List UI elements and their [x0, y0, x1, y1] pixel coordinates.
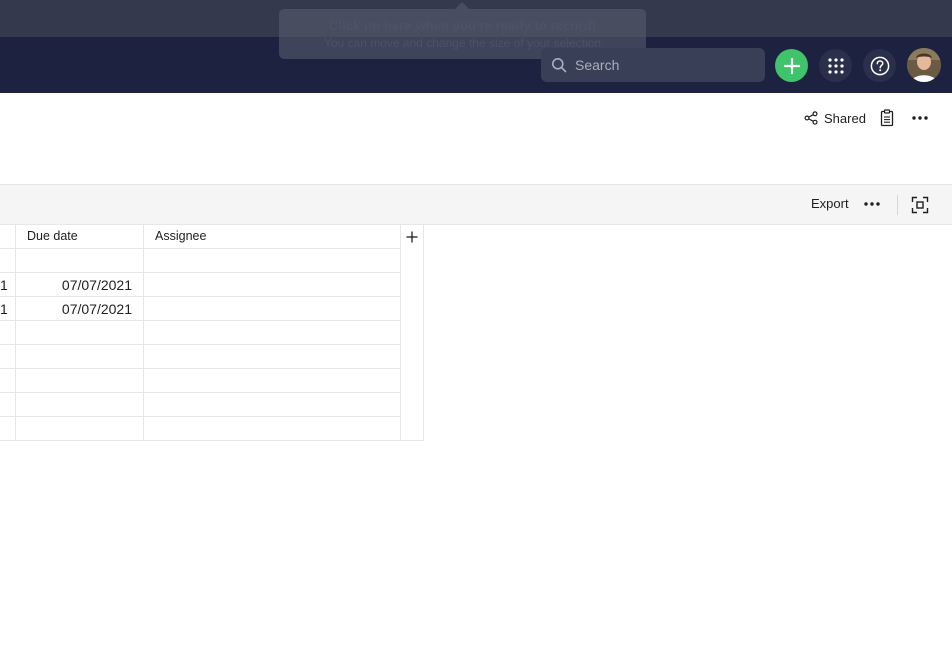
share-icon	[804, 111, 818, 125]
table-row[interactable]	[0, 345, 400, 369]
row-edge-cell: 1	[0, 301, 8, 317]
table-row[interactable]	[0, 321, 400, 345]
table-row[interactable]	[0, 393, 400, 417]
project-more-button[interactable]	[910, 110, 930, 126]
search-icon	[552, 58, 567, 73]
row-edge-cell: 1	[0, 277, 8, 293]
due-date-cell[interactable]: 07/07/2021	[16, 277, 132, 293]
help-icon	[870, 56, 889, 75]
recorder-tooltip-title: Click up here when you're ready to recor…	[328, 18, 597, 33]
apps-button[interactable]	[819, 49, 852, 82]
avatar[interactable]	[907, 48, 941, 82]
add-column-button[interactable]	[400, 225, 424, 249]
quick-add-button[interactable]	[775, 49, 808, 82]
due-date-cell[interactable]: 07/07/2021	[16, 301, 132, 317]
project-brief-button[interactable]	[879, 109, 895, 127]
clipboard-icon	[880, 109, 894, 127]
help-button[interactable]	[863, 49, 896, 82]
table-row[interactable]	[0, 369, 400, 393]
view-toolbar	[0, 184, 952, 225]
apps-grid-icon	[827, 57, 844, 74]
add-column-area	[400, 225, 424, 441]
shared-label: Shared	[824, 110, 866, 126]
fullscreen-button[interactable]	[911, 196, 929, 214]
more-horizontal-icon	[864, 202, 880, 206]
focus-frame-icon	[911, 196, 929, 214]
toolbar-more-button[interactable]	[862, 196, 882, 212]
table-header-row	[0, 225, 400, 249]
search-box[interactable]	[541, 48, 765, 82]
more-horizontal-icon	[912, 116, 928, 120]
table-row[interactable]	[0, 249, 400, 273]
plus-icon	[406, 231, 418, 243]
shared-button[interactable]: Shared	[804, 108, 866, 128]
search-input[interactable]	[575, 57, 745, 73]
plus-icon	[783, 57, 800, 74]
toolbar-divider	[897, 195, 898, 215]
table-row[interactable]	[0, 417, 400, 441]
user-photo	[907, 48, 941, 82]
export-button[interactable]: Export	[811, 196, 849, 211]
